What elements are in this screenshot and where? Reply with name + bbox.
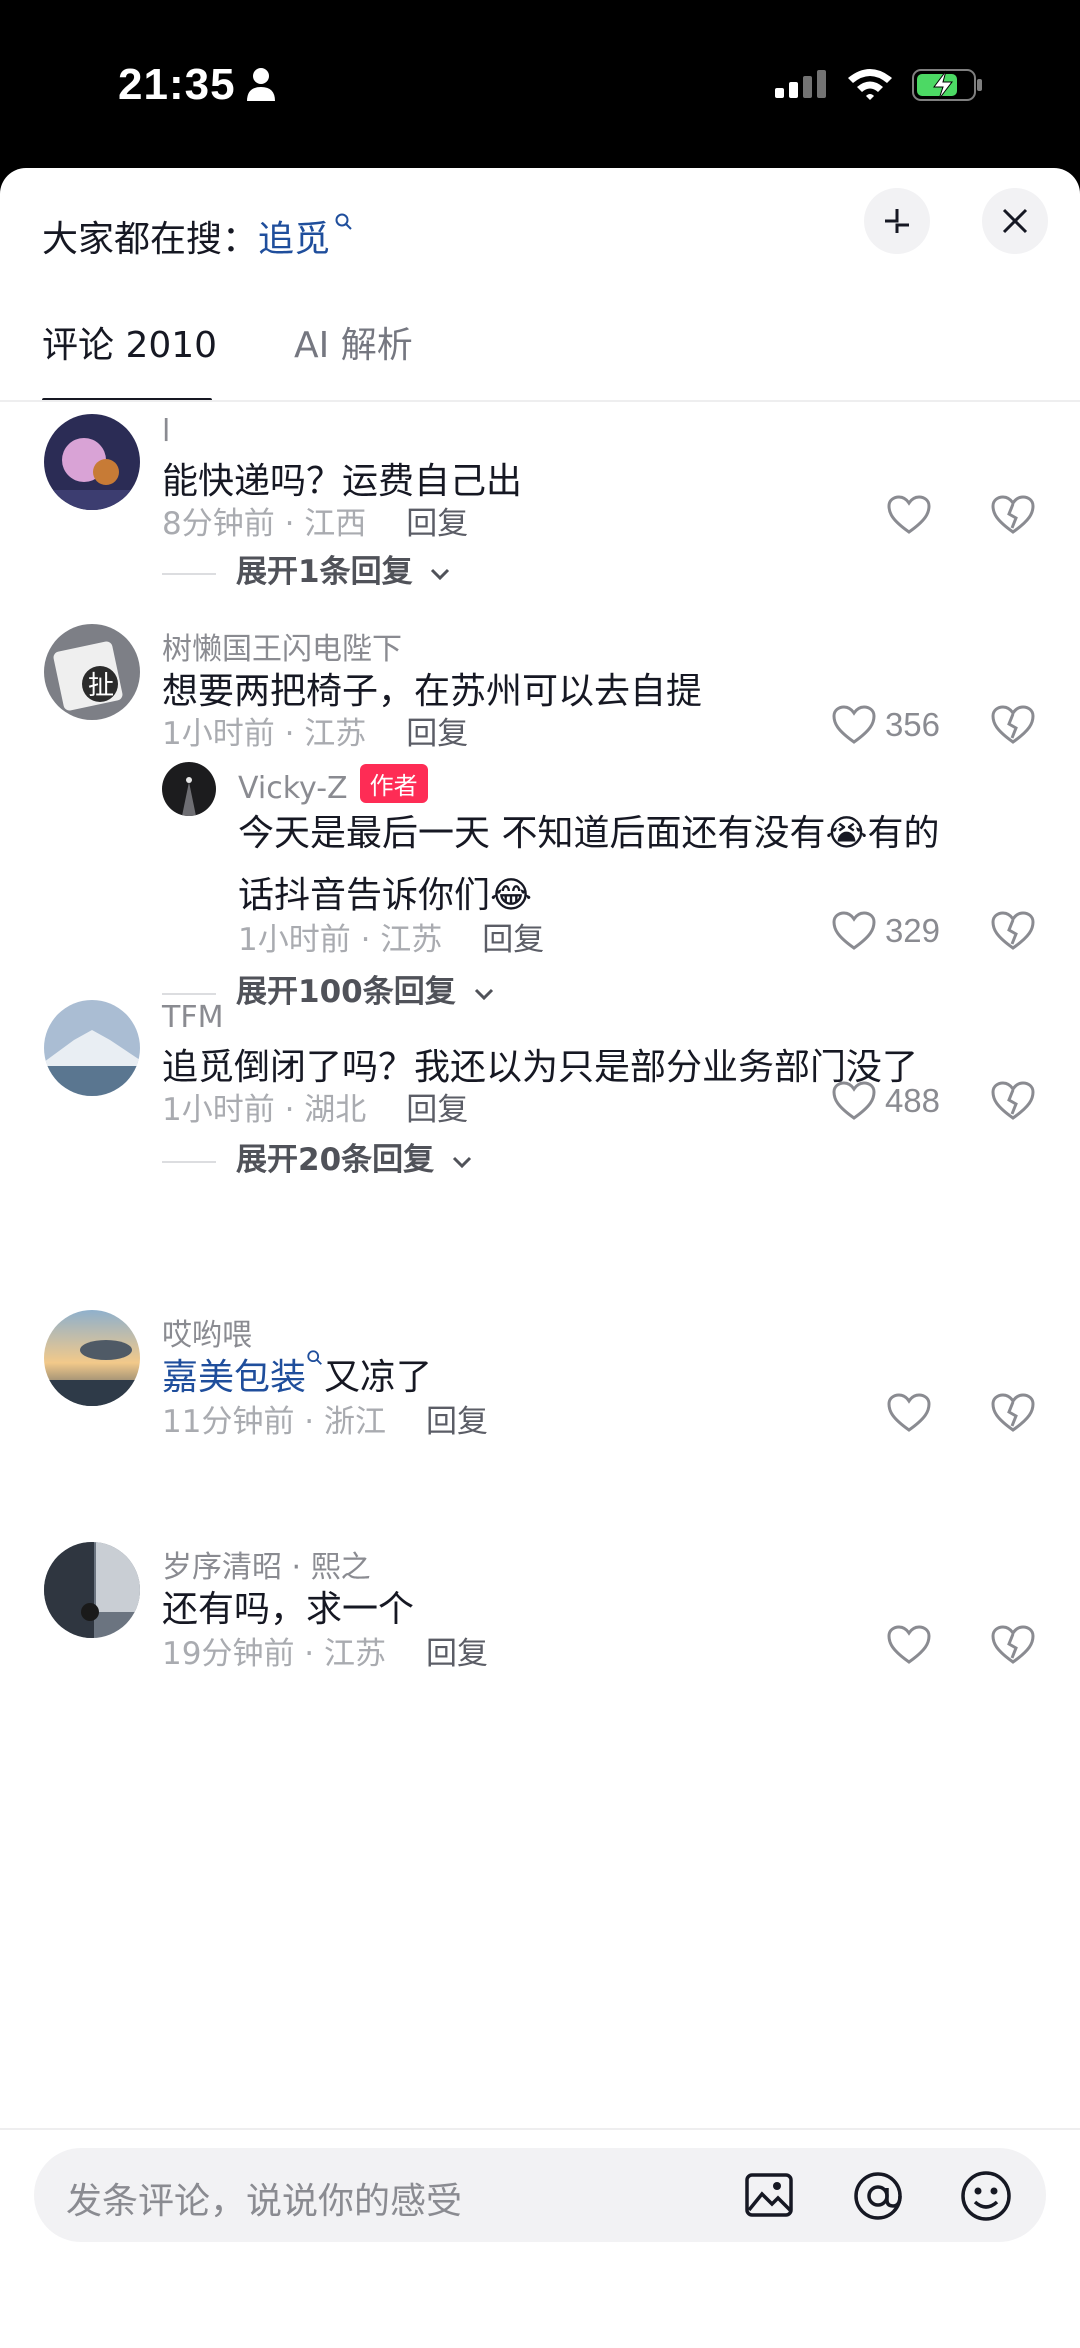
avatar[interactable]	[44, 1542, 140, 1638]
tab-ai-analysis[interactable]: AI 解析	[294, 316, 413, 368]
like-button[interactable]	[886, 1624, 940, 1666]
comment-time: 8分钟前	[162, 506, 275, 542]
image-icon[interactable]	[742, 2168, 796, 2222]
heart-icon	[832, 1081, 876, 1120]
collapse-icon	[885, 209, 909, 233]
like-button[interactable]	[886, 1392, 940, 1434]
comment-input[interactable]: 发条评论，说说你的感受	[34, 2148, 1046, 2242]
close-icon	[1002, 208, 1028, 234]
broken-heart-icon[interactable]	[990, 1392, 1036, 1434]
hot-search-bar[interactable]: 大家都在搜：追觅	[42, 210, 354, 262]
close-button[interactable]	[982, 188, 1048, 254]
like-count: 488	[884, 1082, 940, 1119]
reply-location: 江苏	[380, 922, 443, 958]
search-icon	[307, 1350, 322, 1365]
reply-button[interactable]: 回复	[426, 1636, 488, 1672]
like-button[interactable]: 329	[831, 910, 940, 952]
reply-text-line1: 今天是最后一天 不知道后面还有没有😭有的	[238, 813, 940, 854]
like-button[interactable]: 356	[831, 704, 940, 746]
expand-replies-label: 展开100条回复	[236, 974, 456, 1010]
search-icon	[335, 213, 352, 230]
expand-replies-label: 展开1条回复	[236, 554, 413, 590]
tab-comments[interactable]: 评论 2010	[42, 316, 217, 368]
chevron-down-icon	[431, 568, 450, 580]
reply-button[interactable]: 回复	[406, 506, 468, 542]
like-button[interactable]: 488	[831, 1080, 940, 1122]
like-button[interactable]	[886, 494, 940, 536]
hot-search-keyword[interactable]: 追觅	[258, 219, 330, 260]
comment-location: 湖北	[304, 1092, 367, 1128]
comment-time: 1小时前	[162, 1092, 275, 1128]
like-count: 329	[884, 912, 940, 949]
chevron-down-icon	[474, 988, 493, 1000]
author-badge: 作者	[359, 764, 428, 803]
expand-replies-button[interactable]: 展开20条回复	[162, 1134, 473, 1179]
keyword-link[interactable]: 嘉美包装	[162, 1357, 306, 1398]
avatar[interactable]: 扯	[44, 624, 140, 720]
comment-meta: 19分钟前 · 江苏 回复	[162, 1636, 489, 1672]
person-icon	[247, 68, 275, 101]
avatar[interactable]	[44, 1000, 140, 1096]
heart-icon	[887, 1393, 931, 1432]
divider	[0, 400, 1080, 402]
broken-heart-icon[interactable]	[990, 494, 1036, 536]
avatar[interactable]	[162, 762, 216, 816]
expand-replies-button[interactable]: 展开1条回复	[162, 546, 451, 591]
comment-location: 浙江	[324, 1404, 387, 1440]
reply-time: 1小时前	[238, 922, 351, 958]
comment-input-placeholder: 发条评论，说说你的感受	[66, 2181, 463, 2222]
comment-location: 江苏	[304, 716, 367, 752]
reply-button[interactable]: 回复	[482, 922, 544, 958]
heart-icon	[887, 495, 931, 534]
comment-username[interactable]: TFM	[162, 1000, 223, 1035]
like-count: 356	[884, 706, 940, 743]
comment-meta: 1小时前 · 江苏 回复	[162, 716, 469, 752]
tab-bar: 评论 2010 AI 解析	[0, 316, 1080, 404]
at-icon[interactable]	[850, 2168, 906, 2224]
comment-location: 江苏	[324, 1636, 387, 1672]
comment-list[interactable]: l 能快递吗？运费自己出 8分钟前 · 江西 回复 展开1条回复 扯 树懒国王闪电…	[0, 404, 1080, 2296]
heart-icon	[832, 911, 876, 950]
status-time: 21:35	[118, 60, 236, 109]
comment-input-bar: 发条评论，说说你的感受	[0, 2128, 1080, 2348]
reply-button[interactable]: 回复	[406, 1092, 468, 1128]
avatar[interactable]	[44, 1310, 140, 1406]
reply-meta: 1小时前 · 江苏 回复	[238, 922, 545, 958]
comments-sheet: 大家都在搜：追觅 评论 2010 AI 解析 l 能快递吗？运费自己出 8分钟前…	[0, 168, 1080, 2348]
reply-username[interactable]: Vicky-Z 作者	[238, 764, 428, 806]
comment-username[interactable]: l	[162, 414, 170, 449]
expand-replies-label: 展开20条回复	[236, 1142, 435, 1178]
signal-icon	[775, 70, 826, 98]
reply-button[interactable]: 回复	[406, 716, 468, 752]
broken-heart-icon[interactable]	[990, 1080, 1036, 1122]
status-bar: 21:35	[0, 0, 1080, 168]
comment-time: 19分钟前	[162, 1636, 295, 1672]
broken-heart-icon[interactable]	[990, 704, 1036, 746]
reply-button[interactable]: 回复	[426, 1404, 488, 1440]
comment-time: 11分钟前	[162, 1404, 295, 1440]
avatar[interactable]	[44, 414, 140, 510]
comment-meta: 11分钟前 · 浙江 回复	[162, 1404, 489, 1440]
heart-icon	[887, 1625, 931, 1664]
collapse-button[interactable]	[864, 188, 930, 254]
svg-text:扯: 扯	[88, 671, 114, 701]
comment-time: 1小时前	[162, 716, 275, 752]
broken-heart-icon[interactable]	[990, 910, 1036, 952]
hot-search-prefix: 大家都在搜：	[42, 219, 259, 260]
comment-location: 江西	[304, 506, 367, 542]
battery-charging-icon	[912, 69, 982, 101]
comment-meta: 8分钟前 · 江西 回复	[162, 506, 469, 542]
heart-icon	[832, 705, 876, 744]
comment-meta: 1小时前 · 湖北 回复	[162, 1092, 469, 1128]
emoji-icon[interactable]	[958, 2168, 1014, 2224]
chevron-down-icon	[452, 1156, 471, 1168]
wifi-icon	[848, 69, 892, 100]
broken-heart-icon[interactable]	[990, 1624, 1036, 1666]
